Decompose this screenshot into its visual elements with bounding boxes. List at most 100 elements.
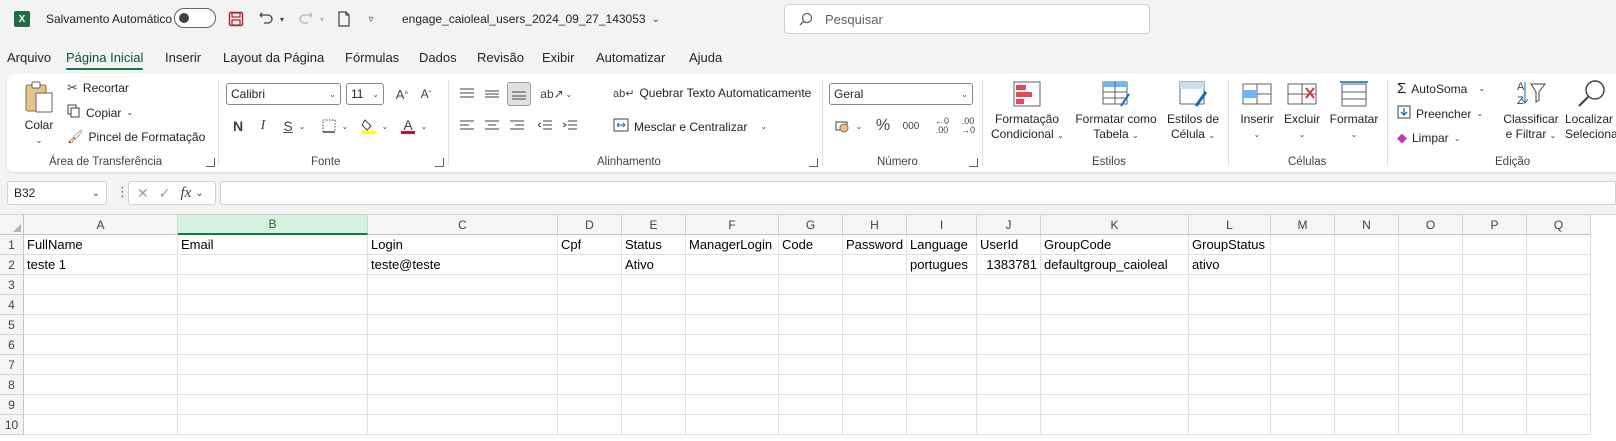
- cell-n2[interactable]: [1335, 255, 1399, 275]
- cell-a4[interactable]: [24, 295, 178, 315]
- row-header-6[interactable]: 6: [0, 335, 24, 355]
- cell-n3[interactable]: [1335, 275, 1399, 295]
- cell-e9[interactable]: [622, 395, 686, 415]
- save-icon[interactable]: [226, 9, 246, 29]
- cell-c5[interactable]: [368, 315, 558, 335]
- cell-p3[interactable]: [1463, 275, 1527, 295]
- increase-font-size-icon[interactable]: A ^: [393, 84, 411, 104]
- increase-decimal-icon[interactable]: ←0.00: [931, 116, 953, 136]
- cell-g3[interactable]: [779, 275, 843, 295]
- copy-button[interactable]: Copiar ⌄: [67, 104, 133, 121]
- cell-l10[interactable]: [1189, 415, 1271, 435]
- row-header-9[interactable]: 9: [0, 395, 24, 415]
- cell-n9[interactable]: [1335, 395, 1399, 415]
- cell-f8[interactable]: [686, 375, 779, 395]
- cell-m3[interactable]: [1271, 275, 1335, 295]
- cell-k9[interactable]: [1041, 395, 1189, 415]
- cell-m1[interactable]: [1271, 235, 1335, 255]
- cell-e3[interactable]: [622, 275, 686, 295]
- cell-i3[interactable]: [907, 275, 977, 295]
- cell-f7[interactable]: [686, 355, 779, 375]
- cell-f4[interactable]: [686, 295, 779, 315]
- cell-i2[interactable]: portugues: [907, 255, 977, 275]
- row-header-10[interactable]: 10: [0, 415, 24, 435]
- row-header-3[interactable]: 3: [0, 275, 24, 295]
- cell-b3[interactable]: [178, 275, 368, 295]
- column-header-o[interactable]: O: [1399, 215, 1463, 235]
- cell-h8[interactable]: [843, 375, 907, 395]
- cell-c7[interactable]: [368, 355, 558, 375]
- cell-n8[interactable]: [1335, 375, 1399, 395]
- align-right-icon[interactable]: [507, 116, 527, 136]
- cell-p5[interactable]: [1463, 315, 1527, 335]
- tab-formulas[interactable]: Fórmulas: [345, 50, 399, 65]
- cell-p10[interactable]: [1463, 415, 1527, 435]
- cell-h3[interactable]: [843, 275, 907, 295]
- new-document-icon[interactable]: [334, 9, 354, 29]
- cell-b10[interactable]: [178, 415, 368, 435]
- align-bottom-icon[interactable]: [507, 82, 531, 106]
- cell-q4[interactable]: [1527, 295, 1591, 315]
- cell-a2[interactable]: teste 1: [24, 255, 178, 275]
- cell-k7[interactable]: [1041, 355, 1189, 375]
- font-family-select[interactable]: Calibri ⌄: [226, 83, 341, 105]
- align-top-icon[interactable]: [457, 84, 477, 104]
- comma-style-icon[interactable]: 000: [899, 116, 923, 136]
- insert-function-icon[interactable]: fx: [180, 185, 191, 202]
- cell-q9[interactable]: [1527, 395, 1591, 415]
- redo-icon[interactable]: [296, 9, 316, 29]
- autosum-button[interactable]: Σ AutoSoma ⌄: [1397, 80, 1485, 97]
- customize-toolbar-icon[interactable]: ▿: [364, 9, 378, 29]
- align-left-icon[interactable]: [457, 116, 477, 136]
- cell-i9[interactable]: [907, 395, 977, 415]
- cell-l1[interactable]: GroupStatus: [1189, 235, 1271, 255]
- cell-d1[interactable]: Cpf: [558, 235, 622, 255]
- column-header-j[interactable]: J: [977, 215, 1041, 235]
- cell-b2[interactable]: [178, 255, 368, 275]
- cell-f2[interactable]: [686, 255, 779, 275]
- cell-j5[interactable]: [977, 315, 1041, 335]
- cell-c2[interactable]: teste@teste: [368, 255, 558, 275]
- cell-o10[interactable]: [1399, 415, 1463, 435]
- cell-k8[interactable]: [1041, 375, 1189, 395]
- clear-button[interactable]: ◆ Limpar ⌄: [1397, 130, 1460, 146]
- cell-l2[interactable]: ativo: [1189, 255, 1271, 275]
- cell-h9[interactable]: [843, 395, 907, 415]
- cell-i8[interactable]: [907, 375, 977, 395]
- cell-q1[interactable]: [1527, 235, 1591, 255]
- cell-h6[interactable]: [843, 335, 907, 355]
- formula-input[interactable]: [220, 181, 1616, 205]
- cell-i6[interactable]: [907, 335, 977, 355]
- cell-l8[interactable]: [1189, 375, 1271, 395]
- font-color-icon[interactable]: A: [398, 116, 418, 136]
- cell-q8[interactable]: [1527, 375, 1591, 395]
- cell-g9[interactable]: [779, 395, 843, 415]
- cell-o3[interactable]: [1399, 275, 1463, 295]
- underline-dropdown-icon[interactable]: ⌄: [298, 120, 306, 132]
- fill-color-icon[interactable]: [359, 116, 379, 136]
- cell-g1[interactable]: Code: [779, 235, 843, 255]
- cell-n10[interactable]: [1335, 415, 1399, 435]
- row-header-1[interactable]: 1: [0, 235, 24, 255]
- cell-o8[interactable]: [1399, 375, 1463, 395]
- cell-q5[interactable]: [1527, 315, 1591, 335]
- cell-a10[interactable]: [24, 415, 178, 435]
- cell-m6[interactable]: [1271, 335, 1335, 355]
- cell-o2[interactable]: [1399, 255, 1463, 275]
- cell-l6[interactable]: [1189, 335, 1271, 355]
- cell-e1[interactable]: Status: [622, 235, 686, 255]
- cell-k2[interactable]: defaultgroup_caioleal: [1041, 255, 1189, 275]
- cell-c6[interactable]: [368, 335, 558, 355]
- cell-q10[interactable]: [1527, 415, 1591, 435]
- cell-c9[interactable]: [368, 395, 558, 415]
- search-box[interactable]: Pesquisar: [784, 4, 1150, 34]
- document-title[interactable]: engage_caioleal_users_2024_09_27_143053 …: [402, 12, 660, 26]
- format-as-table-button[interactable]: Formatar como Tabela ⌄: [1073, 80, 1159, 143]
- column-header-d[interactable]: D: [558, 215, 622, 235]
- cell-p8[interactable]: [1463, 375, 1527, 395]
- column-header-f[interactable]: F: [686, 215, 779, 235]
- cell-b6[interactable]: [178, 335, 368, 355]
- cell-k6[interactable]: [1041, 335, 1189, 355]
- cell-d7[interactable]: [558, 355, 622, 375]
- cell-p4[interactable]: [1463, 295, 1527, 315]
